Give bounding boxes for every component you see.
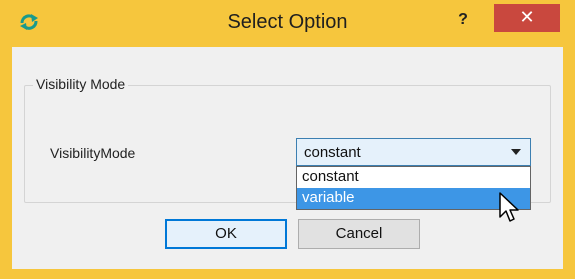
mouse-pointer-icon: [499, 192, 519, 222]
dialog-window: Select Option ? ✕ Visibility Mode Visibi…: [0, 0, 575, 279]
combobox-selected-value: constant: [304, 144, 361, 161]
chevron-down-icon[interactable]: [511, 149, 521, 155]
cancel-button[interactable]: Cancel: [298, 219, 420, 249]
close-button[interactable]: ✕: [494, 4, 560, 32]
visibility-mode-dropdown-list: constant variable: [296, 166, 531, 210]
title-bar[interactable]: Select Option ? ✕: [0, 0, 575, 44]
group-title: Visibility Mode: [33, 76, 129, 92]
dropdown-option-constant[interactable]: constant: [297, 167, 530, 188]
dialog-content: Visibility Mode VisibilityMode constant …: [12, 47, 563, 269]
help-button[interactable]: ?: [448, 6, 478, 36]
dropdown-option-variable[interactable]: variable: [297, 188, 530, 209]
window-title: Select Option: [227, 11, 348, 33]
ok-button[interactable]: OK: [165, 219, 287, 249]
visibility-mode-combobox[interactable]: constant: [296, 138, 531, 166]
visibility-mode-label: VisibilityMode: [50, 145, 136, 161]
